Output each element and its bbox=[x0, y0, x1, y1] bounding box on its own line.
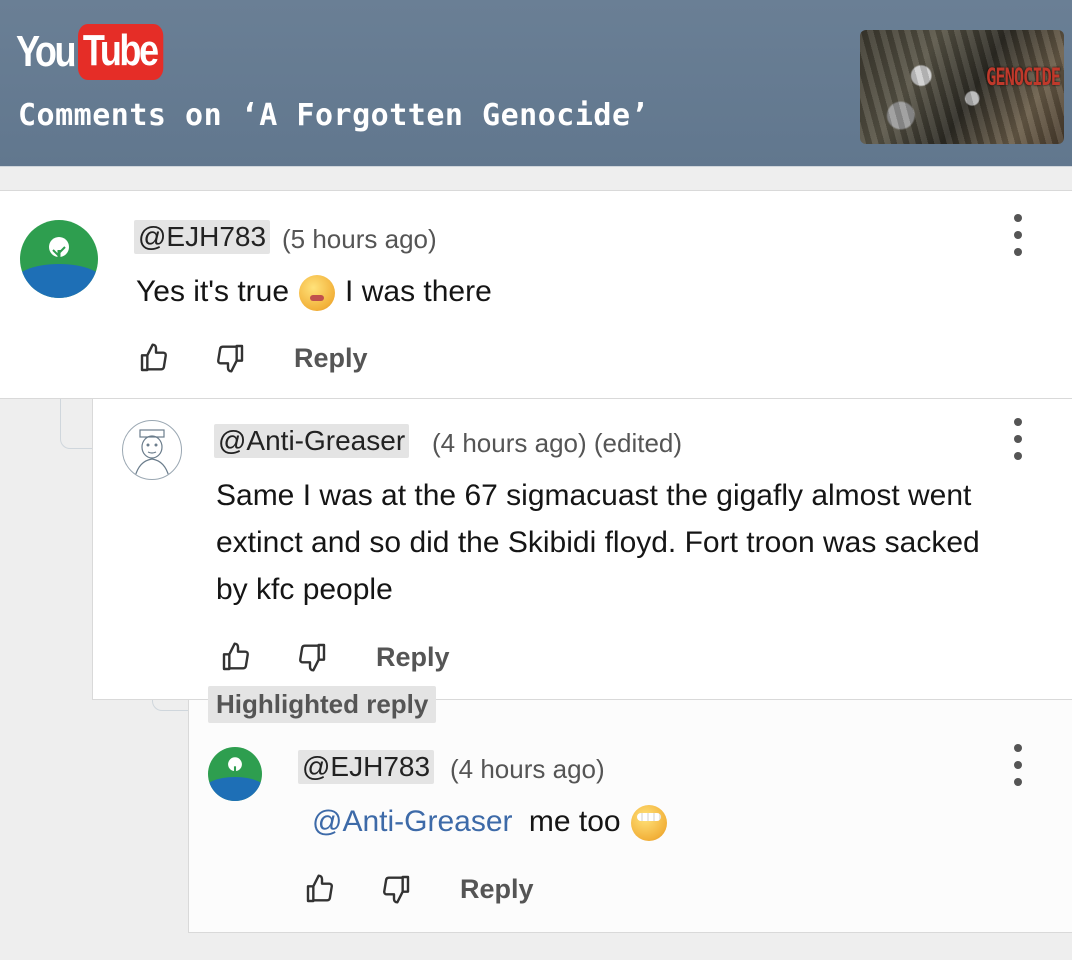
comment-text: Yes it's true bbox=[136, 275, 290, 308]
comment-body: Yes it's true I was there bbox=[136, 268, 492, 315]
highlighted-reply-badge: Highlighted reply bbox=[208, 686, 437, 723]
avatar[interactable] bbox=[20, 220, 98, 298]
mention-link[interactable]: @Anti-Greaser bbox=[312, 805, 513, 838]
comment-actions: Reply bbox=[218, 639, 450, 675]
page-header: You Tube Comments on ‘A Forgotten Genoci… bbox=[0, 0, 1072, 167]
comment-body: @Anti-Greaser me too bbox=[312, 798, 677, 845]
comment-text: me too bbox=[528, 805, 621, 838]
comment-author[interactable]: @Anti-Greaser bbox=[214, 424, 410, 458]
comment-actions: Reply bbox=[302, 871, 534, 907]
thumbs-down-icon[interactable] bbox=[378, 871, 414, 907]
comment-author[interactable]: @EJH783 bbox=[298, 750, 435, 784]
comment-time: (4 hours ago) bbox=[450, 754, 605, 784]
thumbnail-text: GENOCIDE bbox=[986, 64, 1061, 92]
sketch-face-icon bbox=[134, 429, 170, 478]
video-thumbnail[interactable]: GENOCIDE bbox=[860, 30, 1064, 144]
more-options-icon[interactable] bbox=[1010, 744, 1026, 786]
avatar-wave-shape bbox=[208, 777, 262, 801]
logo-you-text: You bbox=[16, 27, 77, 76]
thumbs-down-icon[interactable] bbox=[294, 639, 330, 675]
comment-body: Same I was at the 67 sigmacuast the giga… bbox=[216, 472, 980, 613]
tree-icon bbox=[46, 236, 73, 270]
comment-text-line: by kfc people bbox=[216, 573, 393, 606]
youtube-logo[interactable]: You Tube bbox=[16, 24, 182, 80]
avatar[interactable] bbox=[122, 420, 182, 480]
comment-time: (4 hours ago) (edited) bbox=[432, 428, 683, 458]
head-bandage-emoji bbox=[630, 805, 667, 842]
comment-time: (5 hours ago) bbox=[282, 224, 437, 254]
logo-tube-text: Tube bbox=[78, 24, 164, 80]
more-options-icon[interactable] bbox=[1010, 418, 1026, 460]
comment-author[interactable]: @EJH783 bbox=[134, 220, 271, 254]
comment-actions: Reply bbox=[136, 340, 368, 376]
tree-icon bbox=[226, 755, 244, 779]
comment-text: I was there bbox=[345, 275, 492, 308]
avatar[interactable] bbox=[208, 747, 262, 801]
thumbs-up-icon[interactable] bbox=[136, 340, 172, 376]
reply-button[interactable]: Reply bbox=[294, 343, 368, 374]
thumbs-down-icon[interactable] bbox=[212, 340, 248, 376]
comment-text-line: extinct and so did the Skibidi floyd. Fo… bbox=[216, 526, 980, 559]
hot-face-emoji bbox=[299, 275, 336, 312]
comment-text-line: Same I was at the 67 sigmacuast the giga… bbox=[216, 479, 972, 512]
page-title: Comments on ‘A Forgotten Genocide’ bbox=[18, 98, 650, 133]
reply-button[interactable]: Reply bbox=[376, 642, 450, 673]
thumbs-up-icon[interactable] bbox=[302, 871, 338, 907]
more-options-icon[interactable] bbox=[1010, 214, 1026, 256]
thumbs-up-icon[interactable] bbox=[218, 639, 254, 675]
reply-button[interactable]: Reply bbox=[460, 874, 534, 905]
